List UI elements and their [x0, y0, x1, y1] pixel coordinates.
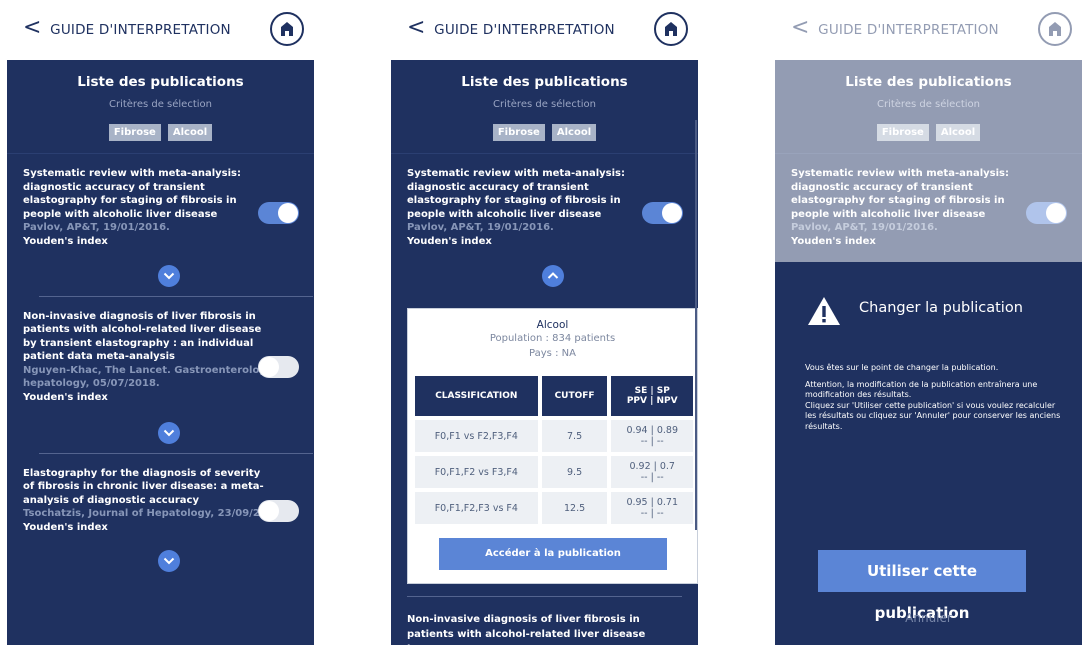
toggle-knob [259, 500, 279, 521]
detail-country: Pays : NA [529, 348, 576, 359]
list-title: Liste des publications [77, 74, 244, 90]
cell-ppv-npv: -- | -- [640, 508, 664, 519]
chevron-down-icon [163, 429, 174, 436]
home-button[interactable] [654, 12, 688, 46]
screen-publication-list: < GUIDE D'INTERPRETATION Liste des publi… [7, 0, 314, 645]
toggle-knob [662, 203, 682, 223]
column-header: CLASSIFICATION [415, 376, 538, 416]
app-header: < GUIDE D'INTERPRETATION [7, 0, 314, 60]
chevron-down-icon [163, 557, 174, 564]
cell-classification: F0,F1,F2,F3 vs F4 [415, 492, 538, 524]
publication-panel: Liste des publications Critères de sélec… [7, 60, 314, 645]
cell-cutoff: 7.5 [541, 420, 608, 452]
tag-alcool: Alcool [551, 124, 597, 141]
tag-alcool: Alcool [167, 124, 213, 141]
cell-se-sp: 0.92 | 0.7 [629, 461, 675, 472]
home-icon [281, 22, 293, 36]
criteria-label: Critères de sélection [492, 99, 596, 110]
expand-button[interactable] [157, 549, 180, 572]
cell-classification: F0,F1 vs F2,F3,F4 [415, 420, 538, 452]
cancel-button[interactable]: Annuler [775, 611, 1082, 625]
page-title: GUIDE D'INTERPRETATION [434, 22, 615, 38]
dialog-text: Vous êtes sur le point de changer la pub… [805, 363, 999, 372]
publication-item: Systematic review with meta-analysis: di… [391, 154, 698, 287]
table-row: F0,F1 vs F2,F3,F4 7.5 0.94 | 0.89 -- | -- [415, 420, 693, 452]
screen-publication-detail: < GUIDE D'INTERPRETATION Liste des publi… [391, 0, 698, 645]
tag-fibrose: Fibrose [492, 124, 545, 141]
publication-index: Youden's index [23, 391, 108, 403]
access-publication-button[interactable]: Accéder à la publication [439, 538, 667, 570]
cell-metrics: 0.92 | 0.7 -- | -- [611, 456, 693, 488]
table-row: F0,F1,F2,F3 vs F4 12.5 0.95 | 0.71 -- | -… [415, 492, 693, 524]
toggle-knob [259, 356, 279, 377]
screen-change-publication: < GUIDE D'INTERPRETATION Liste des publi… [775, 0, 1082, 645]
column-header: CUTOFF [541, 376, 608, 416]
cell-se-sp: 0.94 | 0.89 [626, 425, 678, 436]
publication-toggle[interactable] [642, 202, 683, 224]
dialog-message: Vous êtes sur le point de changer la pub… [805, 363, 1067, 438]
dialog-title: Changer la publication [859, 300, 1023, 316]
publication-toggle[interactable] [258, 355, 299, 378]
cell-cutoff: 9.5 [541, 456, 608, 488]
cell-classification: F0,F1,F2 vs F3,F4 [415, 456, 538, 488]
tag-fibrose: Fibrose [108, 124, 161, 141]
cell-metrics: 0.95 | 0.71 -- | -- [611, 492, 693, 524]
publication-panel: Liste des publications Critères de sélec… [391, 60, 698, 645]
use-publication-button[interactable]: Utiliser cette publication [818, 550, 1026, 622]
home-button[interactable] [270, 12, 304, 46]
selection-header: Liste des publications Critères de sélec… [391, 60, 698, 154]
publication-toggle[interactable] [258, 202, 299, 224]
cell-metrics: 0.94 | 0.89 -- | -- [611, 420, 693, 452]
cell-ppv-npv: -- | -- [640, 472, 664, 483]
dim-overlay [775, 0, 1082, 262]
results-table: CLASSIFICATION CUTOFF SE | SP PPV | NPV F… [411, 372, 697, 528]
column-header-line: SE | SP [634, 386, 670, 396]
column-header: SE | SP PPV | NPV [611, 376, 693, 416]
scrollbar[interactable] [695, 120, 697, 530]
divider [407, 596, 682, 597]
detail-title: Alcool [536, 319, 569, 331]
chevron-down-icon [163, 272, 174, 279]
publication-title: Non-invasive diagnosis of liver fibrosis… [23, 310, 262, 363]
publication-item: Non-invasive diagnosis of liver fibrosis… [7, 297, 314, 454]
cell-se-sp: 0.95 | 0.71 [626, 497, 678, 508]
publication-title: Non-invasive diagnosis of liver fibrosis… [407, 614, 646, 645]
publication-index: Youden's index [407, 235, 492, 247]
dialog-text: Attention, la modification de la publica… [805, 379, 1038, 400]
dialog-text: Cliquez sur 'Utiliser cette publication'… [805, 400, 1061, 431]
publication-item: Elastography for the diagnosis of severi… [7, 454, 314, 572]
app-header: < GUIDE D'INTERPRETATION [391, 0, 698, 60]
publication-item: Systematic review with meta-analysis: di… [7, 154, 314, 297]
publication-toggle[interactable] [258, 499, 299, 522]
chevron-up-icon [547, 271, 558, 279]
publication-index: Youden's index [23, 521, 108, 533]
home-icon [665, 22, 677, 36]
publication-title: Systematic review with meta-analysis: di… [23, 168, 242, 220]
list-title: Liste des publications [461, 74, 628, 90]
detail-population: Population : 834 patients [489, 333, 616, 344]
criteria-label: Critères de sélection [108, 99, 212, 110]
publication-detail-card: Alcool Population : 834 patients Pays : … [407, 308, 698, 584]
table-header-row: CLASSIFICATION CUTOFF SE | SP PPV | NPV [415, 376, 693, 416]
selection-header: Liste des publications Critères de sélec… [7, 60, 314, 154]
toggle-knob [278, 203, 298, 223]
change-publication-dialog: Changer la publication Vous êtes sur le … [775, 262, 1082, 645]
column-header-line: PPV | NPV [626, 396, 678, 406]
expand-button[interactable] [157, 421, 180, 444]
publication-index: Youden's index [23, 235, 108, 247]
collapse-button[interactable] [541, 264, 564, 287]
table-row: F0,F1,F2 vs F3,F4 9.5 0.92 | 0.7 -- | -- [415, 456, 693, 488]
cell-cutoff: 12.5 [541, 492, 608, 524]
publication-title: Systematic review with meta-analysis: di… [407, 168, 626, 220]
expand-button[interactable] [157, 264, 180, 287]
cell-ppv-npv: -- | -- [640, 436, 664, 447]
page-title: GUIDE D'INTERPRETATION [50, 22, 231, 38]
warning-icon [808, 297, 840, 325]
publication-title: Elastography for the diagnosis of severi… [23, 467, 264, 506]
